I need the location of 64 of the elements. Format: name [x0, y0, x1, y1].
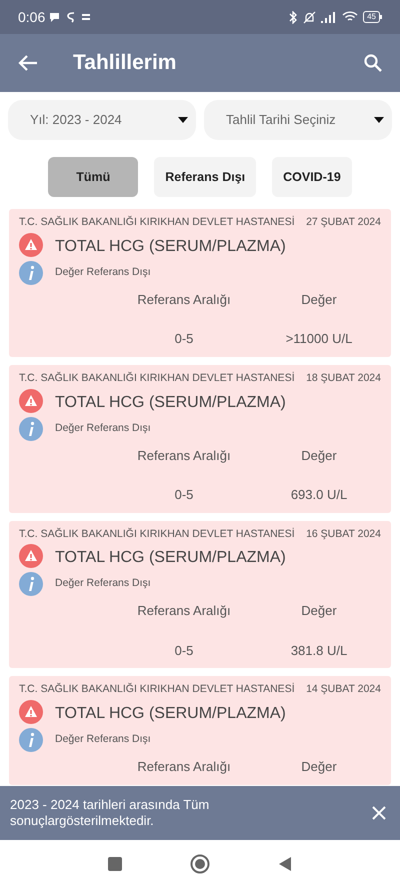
reference-range: 0-5 [174, 330, 194, 348]
test-name: TOTAL HCG (SERUM/PLAZMA) [55, 704, 287, 724]
result-value: 381.8 U/L [290, 642, 348, 660]
filter-chip[interactable]: Tümü [48, 157, 138, 197]
hospital-name: T.C. SAĞLIK BAKANLIĞI KIRIKHAN DEVLET HASTANESİ [19, 370, 295, 386]
result-date: 18 ŞUBAT 2024 [306, 370, 381, 386]
chat-icon [49, 12, 60, 22]
status-time: 0:06 [18, 8, 46, 26]
reference-range: 0-5 [174, 486, 194, 504]
layers-icon [82, 13, 90, 21]
dropdown[interactable]: Tahlil Tarihi Seçiniz [204, 100, 392, 140]
result-date: 16 ŞUBAT 2024 [306, 526, 381, 542]
column-label: Değer [300, 758, 338, 776]
info-icon [19, 260, 43, 285]
signal-icon [321, 12, 338, 22]
hospital-name: T.C. SAĞLIK BAKANLIĞI KIRIKHAN DEVLET HASTANESİ [19, 682, 295, 698]
column-label: Değer [300, 290, 338, 309]
screen-title: Tahlillerim [73, 50, 176, 76]
back-button[interactable] [278, 856, 292, 872]
result-note: Değer Referans Dışı [55, 420, 152, 436]
result-note: Değer Referans Dışı [55, 732, 152, 747]
column-label: Değer [300, 602, 338, 620]
dropdown-caret-icon [374, 117, 384, 123]
bluetooth-icon [289, 10, 298, 24]
warning-icon [19, 544, 43, 568]
dropdown-caret-icon [178, 117, 188, 123]
hospital-name: T.C. SAĞLIK BAKANLIĞI KIRIKHAN DEVLET HASTANESİ [19, 526, 295, 542]
back-arrow-icon[interactable] [18, 54, 38, 72]
warning-icon [19, 388, 43, 412]
result-value: 693.0 U/L [290, 486, 348, 504]
result-value: >11000 U/L [284, 330, 354, 348]
close-icon[interactable] [372, 806, 386, 820]
hospital-name: T.C. SAĞLIK BAKANLIĞI KIRIKHAN DEVLET HASTANESİ [19, 215, 295, 230]
warning-icon [19, 232, 43, 257]
column-label: Referans Aralığı [136, 602, 232, 620]
wifi-icon [342, 11, 358, 23]
snackbar-message: 2023 - 2024 tarihleri arasında Tüm sonuçlargösterilmektedir. [10, 797, 210, 829]
result-note: Değer Referans Dışı [55, 576, 152, 592]
result-note: Değer Referans Dışı [55, 264, 152, 280]
filter-chip[interactable]: COVID-19 [272, 157, 352, 197]
search-icon[interactable] [364, 54, 382, 72]
column-label: Referans Aralığı [136, 290, 232, 309]
test-name: TOTAL HCG (SERUM/PLAZMA) [55, 392, 287, 412]
reference-range: 0-5 [174, 642, 194, 660]
warning-icon [19, 700, 43, 724]
column-label: Değer [300, 446, 338, 465]
result-card[interactable]: T.C. SAĞLIK BAKANLIĞI KIRIKHAN DEVLET HASTANESİ 27 ŞUBAT 2024 TOTAL HCG (SERUM/PLAZMA) Değer Referans Dışı Referans Aralığı Değer 0-5 >11000 U/L [9, 209, 391, 357]
result-date: 14 ŞUBAT 2024 [306, 682, 381, 698]
info-icon [19, 728, 43, 752]
filter-chip[interactable]: Referans Dışı [154, 157, 256, 197]
result-card[interactable]: T.C. SAĞLIK BAKANLIĞI KIRIKHAN DEVLET HASTANESİ 14 ŞUBAT 2024 TOTAL HCG (SERUM/PLAZMA) Değer Referans Dışı Referans Aralığı Değer [9, 676, 391, 784]
info-icon [19, 572, 43, 596]
home-button[interactable] [190, 854, 210, 874]
result-card[interactable]: T.C. SAĞLIK BAKANLIĞI KIRIKHAN DEVLET HASTANESİ 18 ŞUBAT 2024 TOTAL HCG (SERUM/PLAZMA) Değer Referans Dışı Referans Aralığı Değer 0-5 693.0 U/L [9, 364, 391, 512]
test-name: TOTAL HCG (SERUM/PLAZMA) [55, 236, 287, 257]
column-label: Referans Aralığı [136, 758, 232, 776]
info-icon [19, 416, 43, 440]
column-label: Referans Aralığı [136, 446, 232, 465]
result-date: 27 ŞUBAT 2024 [306, 215, 381, 230]
result-card[interactable]: T.C. SAĞLIK BAKANLIĞI KIRIKHAN DEVLET HASTANESİ 16 ŞUBAT 2024 TOTAL HCG (SERUM/PLAZMA) Değer Referans Dışı Referans Aralığı Değer 0-5 381.8 U/L [9, 520, 391, 668]
battery-icon: 45 [363, 11, 382, 23]
dropdown[interactable]: Yıl: 2023 - 2024 [8, 100, 196, 140]
test-name: TOTAL HCG (SERUM/PLAZMA) [55, 548, 287, 568]
bell-off-icon [303, 10, 316, 24]
